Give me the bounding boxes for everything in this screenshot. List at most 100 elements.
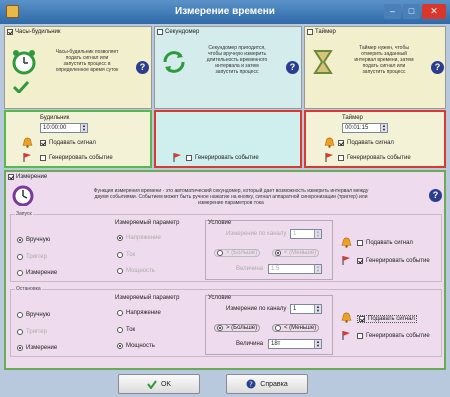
- start-cond-less[interactable]: < (Меньше): [272, 249, 320, 257]
- start-channel-input[interactable]: 1 ▲ ▼: [290, 229, 322, 239]
- flag-icon: [325, 153, 333, 162]
- bell-icon: [341, 237, 352, 248]
- stopwatch-info-panel: Часы-будильник Часы-будильник позволяет п…: [4, 26, 152, 109]
- bell-icon: [22, 137, 33, 148]
- measure-description: Функция измерения времени - это автомати…: [93, 188, 369, 206]
- help-button[interactable]: ? Справка: [226, 374, 308, 394]
- measure-caption: Измерение: [16, 174, 48, 180]
- timer-enable[interactable]: Таймер: [307, 29, 336, 35]
- timer-event-checkbox[interactable]: [338, 155, 344, 161]
- flag-icon: [23, 153, 31, 162]
- stop-channel-input[interactable]: 1 ▲ ▼: [290, 304, 322, 314]
- stop-cond-less[interactable]: < (Меньше): [272, 324, 320, 332]
- stopwatch-checkbox[interactable]: [7, 29, 13, 35]
- stop-cond-title: Условие: [208, 295, 232, 301]
- second-description: Секундомер пригодится, чтобы вручную изме…: [206, 45, 268, 75]
- help-icon[interactable]: ?: [136, 61, 149, 74]
- measure-panel: Измерение Функция измерения времени - эт…: [4, 170, 446, 370]
- stopwatch-settings-panel: Будильник 10:00:00 ▲ ▼ Подавать сигнал Ген…: [4, 110, 152, 168]
- timer-time-input[interactable]: 00:01:15 ▲ ▼: [342, 123, 388, 133]
- help-icon[interactable]: ?: [286, 61, 299, 74]
- svg-text:?: ?: [249, 381, 253, 389]
- spin-buttons[interactable]: ▲ ▼: [80, 124, 87, 132]
- timer-field-label: Таймер: [342, 115, 363, 121]
- stop-value-input[interactable]: 18т ▲ ▼: [268, 339, 322, 349]
- help-circle-icon: ?: [246, 379, 256, 389]
- stop-group: Остановка Вручную Триггер Измерение Изме…: [10, 286, 442, 357]
- second-enable[interactable]: Секундомер: [157, 29, 199, 35]
- start-cond-title: Условие: [208, 220, 232, 226]
- start-condition-box: Условие Измерение по каналу 1 ▲ ▼ > (Больш…: [205, 220, 333, 280]
- close-button[interactable]: ✕: [422, 4, 446, 19]
- alarm-event-checkbox[interactable]: [40, 155, 46, 161]
- timer-info-panel: Таймер Таймер нужен, чтобы отмерить задан…: [304, 26, 446, 109]
- start-title: Запуск: [15, 211, 33, 217]
- stop-mode-measure[interactable]: Измерение: [17, 345, 57, 351]
- second-caption: Секундомер: [165, 29, 200, 35]
- flag-icon: [342, 331, 350, 340]
- start-channel-label: Измерение по каналу: [226, 231, 287, 237]
- second-info-panel: Секундомер Секундомер пригодится, чтобы в…: [154, 26, 302, 109]
- window-title: Измерение времени: [175, 6, 275, 17]
- stopwatch-enable[interactable]: Часы-будильник: [7, 29, 61, 35]
- start-param-power[interactable]: Мощность: [117, 268, 155, 274]
- timer-description: Таймер нужен, чтобы отмерить заданный инте…: [354, 45, 414, 75]
- refresh-arrows-icon: [163, 51, 185, 73]
- start-param-current[interactable]: Ток: [117, 252, 135, 258]
- stop-cond-more[interactable]: > (Больше): [214, 324, 261, 332]
- spin-buttons[interactable]: ▲ ▼: [380, 124, 387, 132]
- stop-param-current[interactable]: Ток: [117, 327, 135, 333]
- start-cond-more[interactable]: > (Больше): [214, 249, 261, 257]
- start-mode-manual[interactable]: Вручную: [17, 237, 50, 243]
- stop-mode-trigger[interactable]: Триггер: [17, 329, 47, 335]
- start-param-voltage[interactable]: Напряжение: [117, 235, 161, 241]
- start-event-option[interactable]: Генерировать событие: [357, 258, 430, 264]
- maximize-button[interactable]: □: [403, 4, 420, 19]
- start-group: Запуск Вручную Триггер Измерение Измеряе…: [10, 211, 442, 282]
- start-mode-trigger[interactable]: Триггер: [17, 254, 47, 260]
- ok-button[interactable]: OK: [118, 374, 200, 394]
- timer-signal-option[interactable]: Подавать сигнал: [338, 140, 394, 146]
- measure-checkbox[interactable]: [8, 174, 14, 180]
- alarm-event-option[interactable]: Генерировать событие: [40, 155, 113, 161]
- timer-checkbox[interactable]: [307, 29, 313, 35]
- flag-icon: [173, 153, 181, 162]
- alarm-signal-checkbox[interactable]: [40, 140, 46, 146]
- help-icon[interactable]: ?: [431, 61, 444, 74]
- stop-signal-option[interactable]: Подавать сигнал: [357, 315, 417, 323]
- title-bar[interactable]: Измерение времени – □ ✕: [0, 0, 450, 24]
- bell-icon: [341, 312, 352, 323]
- stop-event-option[interactable]: Генерировать событие: [357, 333, 430, 339]
- start-mode-measure[interactable]: Измерение: [17, 270, 57, 276]
- minimize-button[interactable]: –: [384, 4, 401, 19]
- second-event-option[interactable]: Генерировать событие: [186, 155, 259, 161]
- stop-param-voltage[interactable]: Напряжение: [117, 310, 161, 316]
- help-icon[interactable]: ?: [429, 189, 442, 202]
- second-checkbox[interactable]: [157, 29, 163, 35]
- second-event-checkbox[interactable]: [186, 155, 192, 161]
- timer-settings-panel: Таймер 00:01:15 ▲ ▼ Подавать сигнал Генери…: [304, 110, 446, 168]
- alarm-signal-option[interactable]: Подавать сигнал: [40, 140, 96, 146]
- measure-enable[interactable]: Измерение: [8, 174, 47, 180]
- second-settings-panel: Генерировать событие: [154, 110, 302, 168]
- hourglass-icon: [313, 50, 333, 74]
- start-value-input[interactable]: 1.5 ▲ ▼: [268, 264, 322, 274]
- start-param-title: Измеряемый параметр: [115, 220, 180, 226]
- stop-condition-box: Условие Измерение по каналу 1 ▲ ▼ > (Больш…: [205, 295, 333, 355]
- alarm-time-input[interactable]: 10:00:00 ▲ ▼: [40, 123, 88, 133]
- stop-param-title: Измеряемый параметр: [115, 295, 180, 301]
- alarm-clock-icon: [12, 50, 36, 75]
- flag-icon: [342, 256, 350, 265]
- stopwatch-description: Часы-будильник позволяет подать сигнал ил…: [55, 49, 119, 73]
- timer-caption: Таймер: [315, 29, 336, 35]
- stop-mode-manual[interactable]: Вручную: [17, 312, 50, 318]
- bell-icon: [324, 137, 335, 148]
- timer-signal-checkbox[interactable]: [338, 140, 344, 146]
- stop-value-label: Величина: [236, 341, 264, 347]
- check-icon: [147, 379, 157, 389]
- stopwatch-caption: Часы-будильник: [15, 29, 61, 35]
- stop-param-power[interactable]: Мощность: [117, 343, 155, 349]
- start-signal-option[interactable]: Подавать сигнал: [357, 240, 413, 246]
- check-mark-icon: [13, 81, 29, 93]
- timer-event-option[interactable]: Генерировать событие: [338, 155, 411, 161]
